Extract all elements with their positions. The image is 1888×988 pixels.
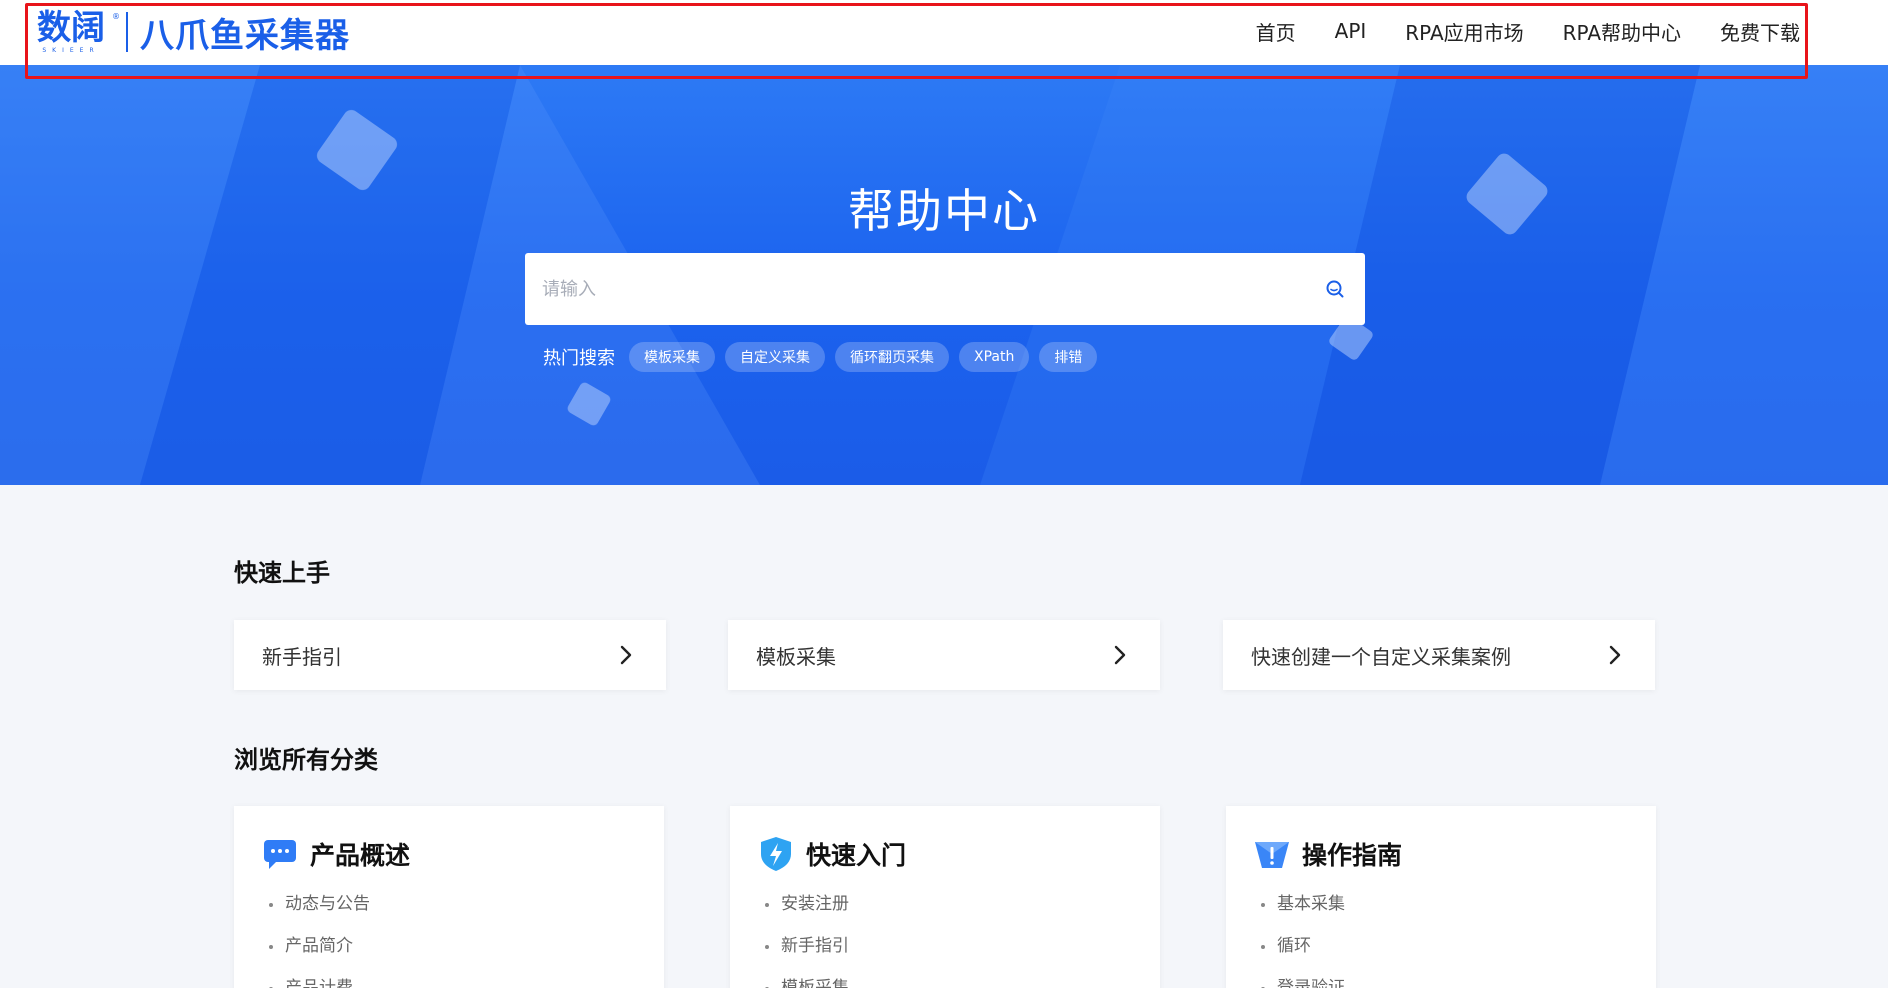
exclamation-flag-icon bbox=[1254, 836, 1290, 872]
category-title: 操作指南 bbox=[1302, 841, 1403, 870]
hot-tag-custom[interactable]: 自定义采集 bbox=[725, 342, 825, 372]
hot-tag-template[interactable]: 模板采集 bbox=[629, 342, 715, 372]
nav-home[interactable]: 首页 bbox=[1256, 17, 1296, 46]
category-link[interactable]: 循环 bbox=[1254, 925, 1628, 967]
chevron-right-icon bbox=[1603, 643, 1627, 667]
chat-bubble-icon bbox=[262, 836, 298, 872]
category-card-operation-guide: 操作指南 基本采集 循环 登录验证 bbox=[1226, 806, 1656, 988]
category-card-quick-start: 快速入门 安装注册 新手指引 模板采集 bbox=[730, 806, 1160, 988]
registered-mark: ® bbox=[112, 11, 120, 21]
hot-search-row: 热门搜索 模板采集 自定义采集 循环翻页采集 XPath 排错 bbox=[543, 340, 1107, 374]
category-title: 快速入门 bbox=[806, 841, 907, 870]
quick-card-label: 快速创建一个自定义采集案例 bbox=[1251, 644, 1511, 669]
main-nav: 首页 API RPA应用市场 RPA帮助中心 免费下载 bbox=[1217, 0, 1800, 62]
category-link[interactable]: 登录验证 bbox=[1254, 967, 1628, 988]
page-title: 帮助中心 bbox=[848, 184, 1040, 238]
quick-card-newbie-guide[interactable]: 新手指引 bbox=[234, 620, 666, 690]
hero-banner: 帮助中心 热门搜索 模板采集 自定义采集 循环翻页采集 XPath 排错 bbox=[0, 65, 1888, 485]
category-header[interactable]: 快速入门 bbox=[758, 834, 1132, 874]
search-icon[interactable] bbox=[1305, 253, 1365, 325]
category-title: 产品概述 bbox=[310, 841, 411, 870]
category-link[interactable]: 新手指引 bbox=[758, 925, 1132, 967]
category-link[interactable]: 安装注册 bbox=[758, 883, 1132, 925]
hot-tag-loop-paging[interactable]: 循环翻页采集 bbox=[835, 342, 949, 372]
category-link-list: 安装注册 新手指引 模板采集 bbox=[758, 883, 1132, 988]
category-link[interactable]: 模板采集 bbox=[758, 967, 1132, 988]
logo-cn-text: 数阔 bbox=[37, 8, 105, 48]
quick-start-heading: 快速上手 bbox=[234, 559, 330, 587]
skieer-logo-mark: 数阔 SKIEER bbox=[30, 8, 112, 56]
logo-divider bbox=[126, 12, 128, 52]
hot-tag-troubleshoot[interactable]: 排错 bbox=[1039, 342, 1098, 372]
nav-free-download[interactable]: 免费下载 bbox=[1720, 17, 1800, 46]
nav-rpa-help[interactable]: RPA帮助中心 bbox=[1563, 17, 1681, 46]
category-header[interactable]: 产品概述 bbox=[262, 834, 636, 874]
category-link[interactable]: 产品计费 bbox=[262, 967, 636, 988]
chevron-right-icon bbox=[614, 643, 638, 667]
top-header: 数阔 SKIEER ® 八爪鱼采集器 首页 API RPA应用市场 RPA帮助中… bbox=[0, 0, 1888, 65]
hot-tag-xpath[interactable]: XPath bbox=[959, 342, 1030, 372]
category-link[interactable]: 产品简介 bbox=[262, 925, 636, 967]
quick-card-custom-case[interactable]: 快速创建一个自定义采集案例 bbox=[1223, 620, 1655, 690]
quick-card-label: 新手指引 bbox=[262, 644, 342, 669]
category-link-list: 动态与公告 产品简介 产品计费 bbox=[262, 883, 636, 988]
brand-name: 八爪鱼采集器 bbox=[140, 15, 350, 56]
category-link[interactable]: 基本采集 bbox=[1254, 883, 1628, 925]
lightning-shield-icon bbox=[758, 836, 794, 872]
brand-logo[interactable]: 数阔 SKIEER ® 八爪鱼采集器 bbox=[30, 8, 350, 56]
chevron-right-icon bbox=[1108, 643, 1132, 667]
category-link-list: 基本采集 循环 登录验证 bbox=[1254, 883, 1628, 988]
categories-heading: 浏览所有分类 bbox=[234, 746, 378, 774]
category-header[interactable]: 操作指南 bbox=[1254, 834, 1628, 874]
search-input[interactable] bbox=[525, 253, 1305, 325]
quick-card-label: 模板采集 bbox=[756, 644, 836, 669]
quick-card-template-collect[interactable]: 模板采集 bbox=[728, 620, 1160, 690]
nav-api[interactable]: API bbox=[1335, 19, 1367, 43]
logo-en-text: SKIEER bbox=[42, 47, 100, 54]
search-box bbox=[525, 253, 1365, 325]
category-link[interactable]: 动态与公告 bbox=[262, 883, 636, 925]
nav-rpa-market[interactable]: RPA应用市场 bbox=[1405, 17, 1523, 46]
category-card-product-overview: 产品概述 动态与公告 产品简介 产品计费 bbox=[234, 806, 664, 988]
hot-search-label: 热门搜索 bbox=[543, 348, 615, 369]
